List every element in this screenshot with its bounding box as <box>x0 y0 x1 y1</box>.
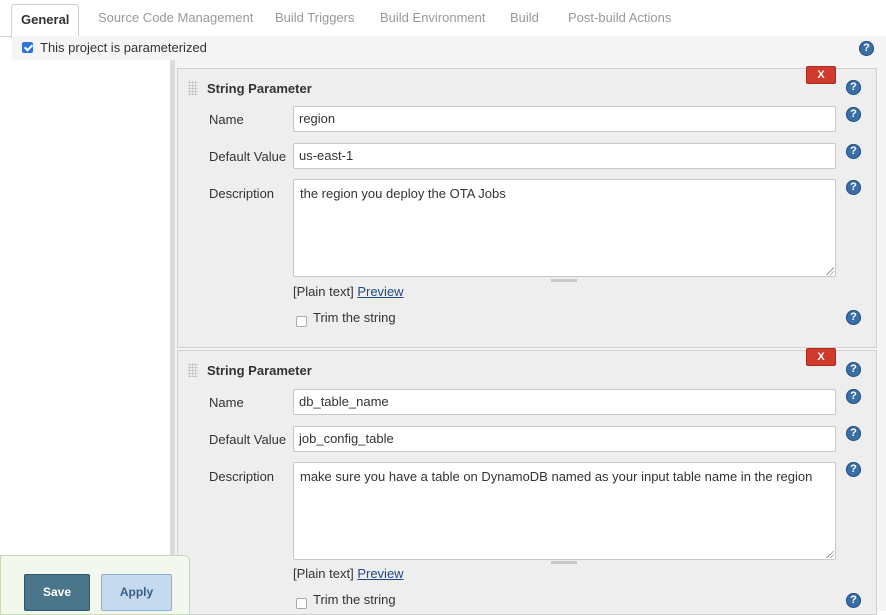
apply-button[interactable]: Apply <box>101 574 172 611</box>
help-icon[interactable]: ? <box>846 426 861 441</box>
tab-source-code-management[interactable]: Source Code Management <box>98 0 253 36</box>
name-input[interactable]: db_table_name <box>293 389 836 415</box>
tab-build-triggers[interactable]: Build Triggers <box>275 0 354 36</box>
description-textarea[interactable]: the region you deploy the OTA Jobs <box>293 179 836 277</box>
save-button[interactable]: Save <box>24 574 90 611</box>
parameterized-label: This project is parameterized <box>40 40 207 55</box>
tab-general[interactable]: General <box>11 4 80 38</box>
default-value-label: Default Value <box>209 432 287 447</box>
resize-handle-icon[interactable] <box>826 267 834 275</box>
trim-label: Trim the string <box>313 592 396 607</box>
plain-text-label: [Plain text] <box>293 566 354 581</box>
drag-handle-icon[interactable] <box>188 363 198 377</box>
help-icon[interactable]: ? <box>846 362 861 377</box>
help-icon[interactable]: ? <box>846 80 861 95</box>
tab-post-build-actions[interactable]: Post-build Actions <box>568 0 671 36</box>
help-icon[interactable]: ? <box>846 389 861 404</box>
trim-label: Trim the string <box>313 310 396 325</box>
textarea-resize-bar[interactable] <box>551 561 577 564</box>
delete-parameter-button[interactable]: X <box>806 66 836 84</box>
format-line: [Plain text] Preview <box>293 284 404 299</box>
format-line: [Plain text] Preview <box>293 566 404 581</box>
help-icon[interactable]: ? <box>859 41 874 56</box>
name-input[interactable]: region <box>293 106 836 132</box>
parameter-title: String Parameter <box>207 81 312 96</box>
name-label: Name <box>209 395 244 410</box>
description-textarea[interactable]: make sure you have a table on DynamoDB n… <box>293 462 836 560</box>
parameterized-checkbox[interactable] <box>22 42 33 53</box>
preview-link[interactable]: Preview <box>357 566 403 581</box>
preview-link[interactable]: Preview <box>357 284 403 299</box>
parameter-title: String Parameter <box>207 363 312 378</box>
name-label: Name <box>209 112 244 127</box>
help-icon[interactable]: ? <box>846 462 861 477</box>
description-label: Description <box>209 186 275 201</box>
tab-build[interactable]: Build <box>510 0 539 36</box>
trim-checkbox[interactable] <box>296 598 307 609</box>
default-value-label: Default Value <box>209 149 287 164</box>
drag-handle-icon[interactable] <box>188 81 198 95</box>
default-value-input[interactable]: job_config_table <box>293 426 836 452</box>
delete-parameter-button[interactable]: X <box>806 348 836 366</box>
plain-text-label: [Plain text] <box>293 284 354 299</box>
trim-checkbox[interactable] <box>296 316 307 327</box>
left-column <box>12 60 171 611</box>
help-icon[interactable]: ? <box>846 593 861 608</box>
tab-bar: General Source Code Management Build Tri… <box>0 0 886 38</box>
textarea-resize-bar[interactable] <box>551 279 577 282</box>
description-label: Description <box>209 469 275 484</box>
help-icon[interactable]: ? <box>846 107 861 122</box>
tab-build-environment[interactable]: Build Environment <box>380 0 486 36</box>
help-icon[interactable]: ? <box>846 144 861 159</box>
help-icon[interactable]: ? <box>846 310 861 325</box>
help-icon[interactable]: ? <box>846 180 861 195</box>
default-value-input[interactable]: us-east-1 <box>293 143 836 169</box>
resize-handle-icon[interactable] <box>826 550 834 558</box>
